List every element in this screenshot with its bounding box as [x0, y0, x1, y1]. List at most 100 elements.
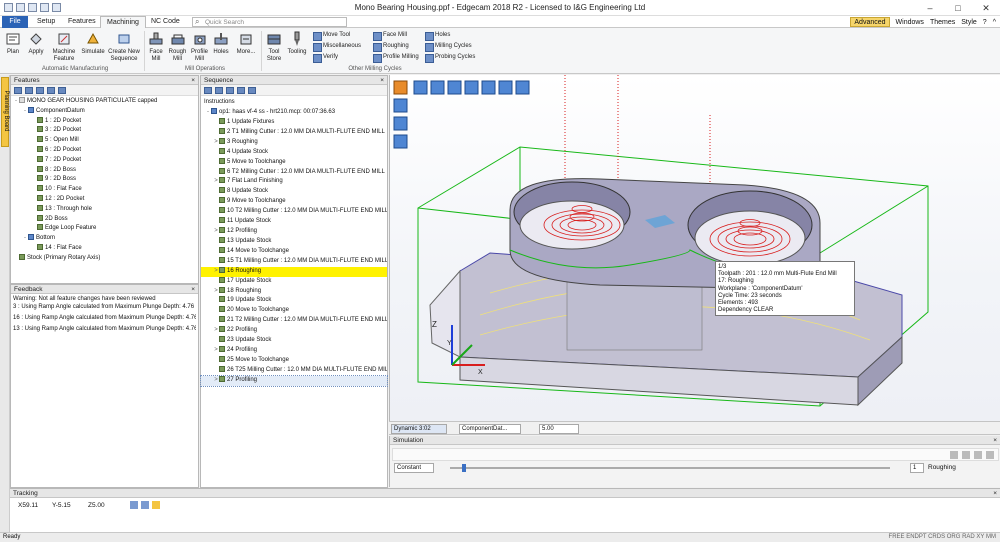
sequence-row[interactable]: >18 Roughing — [201, 286, 387, 297]
sequence-row[interactable]: 23 Update Stock — [201, 336, 387, 346]
redo-icon[interactable] — [52, 3, 61, 12]
windows-menu[interactable]: Windows — [896, 19, 924, 26]
tool-store-button[interactable]: Tool Store — [263, 31, 285, 62]
tab-machining[interactable]: Machining — [100, 16, 146, 28]
sequence-row[interactable]: 13 Update Stock — [201, 236, 387, 247]
settings-icon[interactable] — [248, 87, 256, 94]
sequence-row[interactable]: - op1: haas vf-4 ss - hrt210.mcp: 00:07:3… — [201, 108, 387, 118]
feature-row[interactable]: 8 : 2D Boss — [11, 165, 198, 176]
feature-row[interactable]: 13 : Through hole — [11, 204, 198, 215]
simulate-button[interactable]: Simulate — [80, 31, 106, 56]
quick-search-input[interactable]: Quick Search — [192, 17, 347, 27]
sequence-row[interactable]: 15 T1 Milling Cutter : 12.0 MM DIA MULTI… — [201, 256, 387, 267]
tab-nc-code[interactable]: NC Code — [145, 16, 186, 28]
close-icon[interactable]: × — [993, 436, 997, 445]
feature-row[interactable]: 5 : Open Mill — [11, 136, 198, 146]
feature-row[interactable]: Stock (Primary Rotary Axis) — [11, 253, 198, 264]
sequence-row[interactable]: 2 T1 Milling Cutter : 12.0 MM DIA MULTI-… — [201, 127, 387, 138]
tab-setup[interactable]: Setup — [31, 16, 61, 28]
holes-button[interactable]: Holes — [211, 31, 231, 56]
roughing-button[interactable]: Roughing — [372, 42, 409, 52]
zoom-fit-icon[interactable] — [481, 80, 496, 95]
ribbon-collapse-icon[interactable]: ^ — [993, 19, 996, 26]
close-icon[interactable]: × — [993, 489, 997, 498]
sequence-row[interactable]: 21 T2 Milling Cutter : 12.0 MM DIA MULTI… — [201, 316, 387, 326]
view-top-icon[interactable] — [393, 98, 408, 113]
expand-icon[interactable] — [36, 87, 44, 94]
sequence-row[interactable]: 8 Update Stock — [201, 187, 387, 197]
sequence-row[interactable]: 5 Move to Toolchange — [201, 157, 387, 168]
sequence-row[interactable]: >12 Profiling — [201, 227, 387, 237]
view-front-icon[interactable] — [393, 116, 408, 131]
style-menu[interactable]: Style — [961, 19, 977, 26]
grid-icon[interactable] — [498, 80, 513, 95]
more-button[interactable]: More... — [233, 31, 259, 56]
list-icon[interactable] — [204, 87, 212, 94]
sequence-row[interactable]: >7 Flat Land Finishing — [201, 177, 387, 187]
timer-icon[interactable] — [226, 87, 234, 94]
face-mill-button[interactable]: Face Mill — [146, 31, 166, 62]
refresh-icon[interactable] — [14, 87, 22, 94]
step-icon[interactable] — [950, 451, 958, 459]
filter-icon[interactable] — [25, 87, 33, 94]
settings-icon[interactable] — [58, 87, 66, 94]
verify-button[interactable]: Verify — [312, 53, 338, 63]
close-icon[interactable]: × — [380, 76, 384, 85]
rough-mill-button[interactable]: Rough Mill — [167, 31, 188, 62]
planning-board-tab[interactable]: Planning Board — [1, 77, 9, 147]
create-new-sequence-button[interactable]: Create New Sequence — [106, 31, 142, 62]
view-tree-icon[interactable] — [447, 80, 462, 95]
holes-small-button[interactable]: Holes — [424, 31, 450, 41]
zoom-icon[interactable] — [464, 80, 479, 95]
feature-row[interactable]: 12 : 2D Pocket — [11, 195, 198, 205]
close-icon[interactable]: × — [191, 285, 195, 294]
sequence-row[interactable]: 10 T2 Milling Cutter : 12.0 MM DIA MULTI… — [201, 207, 387, 217]
sequence-row[interactable]: 20 Move to Toolchange — [201, 306, 387, 316]
feature-row[interactable]: 1 : 2D Pocket — [11, 116, 198, 127]
sequence-row[interactable]: 26 T25 Milling Cutter : 12.0 MM DIA MULT… — [201, 365, 387, 376]
maximize-icon[interactable]: □ — [944, 0, 972, 16]
step-field[interactable]: 1 — [910, 463, 924, 473]
view-iso-icon[interactable] — [393, 80, 408, 95]
play-icon[interactable] — [962, 451, 970, 459]
close-icon[interactable]: × — [191, 76, 195, 85]
face-mill-small-button[interactable]: Face Mill — [372, 31, 407, 41]
new-icon[interactable] — [4, 3, 13, 12]
feature-row[interactable]: 7 : 2D Pocket — [11, 155, 198, 166]
target-icon[interactable] — [130, 501, 138, 509]
sequence-row[interactable]: 11 Update Stock — [201, 217, 387, 227]
sequence-row[interactable]: 19 Update Stock — [201, 296, 387, 306]
feature-row[interactable]: 3 : 2D Pocket — [11, 126, 198, 136]
save-icon[interactable] — [28, 3, 37, 12]
simulation-slider-track[interactable] — [450, 467, 890, 469]
sequence-row[interactable]: 4 Update Stock — [201, 147, 387, 158]
folder-icon[interactable] — [215, 87, 223, 94]
sequence-row[interactable]: 9 Move to Toolchange — [201, 197, 387, 207]
tooling-button[interactable]: Tooling — [286, 31, 308, 56]
feature-row[interactable]: Edge Loop Feature — [11, 224, 198, 234]
move-tool-button[interactable]: Move Tool — [312, 31, 350, 41]
feature-row[interactable]: 10 : Flat Face — [11, 185, 198, 195]
profile-mill-button[interactable]: Profile Mill — [189, 31, 210, 62]
milling-cycles-button[interactable]: Milling Cycles — [424, 42, 472, 52]
3d-viewport[interactable]: Z Y X 1/3 Toolpath : 201 : 12.0 mm Multi… — [389, 75, 1000, 421]
sequence-row[interactable]: 6 T2 Milling Cutter : 12.0 MM DIA MULTI-… — [201, 167, 387, 178]
view-wire-icon[interactable] — [430, 80, 445, 95]
feature-row[interactable]: - Bottom — [11, 234, 198, 244]
tab-file[interactable]: File — [2, 16, 28, 28]
sequence-row[interactable]: >27 Profiling — [200, 374, 388, 387]
workplane-select[interactable]: ComponentDat... — [459, 424, 521, 434]
layers-icon[interactable] — [515, 80, 530, 95]
miscellaneous-button[interactable]: Miscellaneous — [312, 42, 361, 52]
profile-milling-button[interactable]: Profile Milling — [372, 53, 419, 63]
view-side-icon[interactable] — [393, 134, 408, 149]
open-icon[interactable] — [16, 3, 25, 12]
sequence-row[interactable]: >3 Roughing — [201, 137, 387, 148]
lock-icon[interactable] — [152, 501, 160, 509]
apply-button[interactable]: Apply — [24, 31, 48, 56]
sequence-row[interactable]: >24 Profiling — [201, 346, 387, 356]
feature-row[interactable]: 6 : 2D Pocket — [11, 146, 198, 156]
close-icon[interactable]: ✕ — [972, 0, 1000, 16]
feature-row[interactable]: 14 : Flat Face — [11, 244, 198, 254]
feature-row[interactable]: 9 : 2D Boss — [11, 175, 198, 185]
